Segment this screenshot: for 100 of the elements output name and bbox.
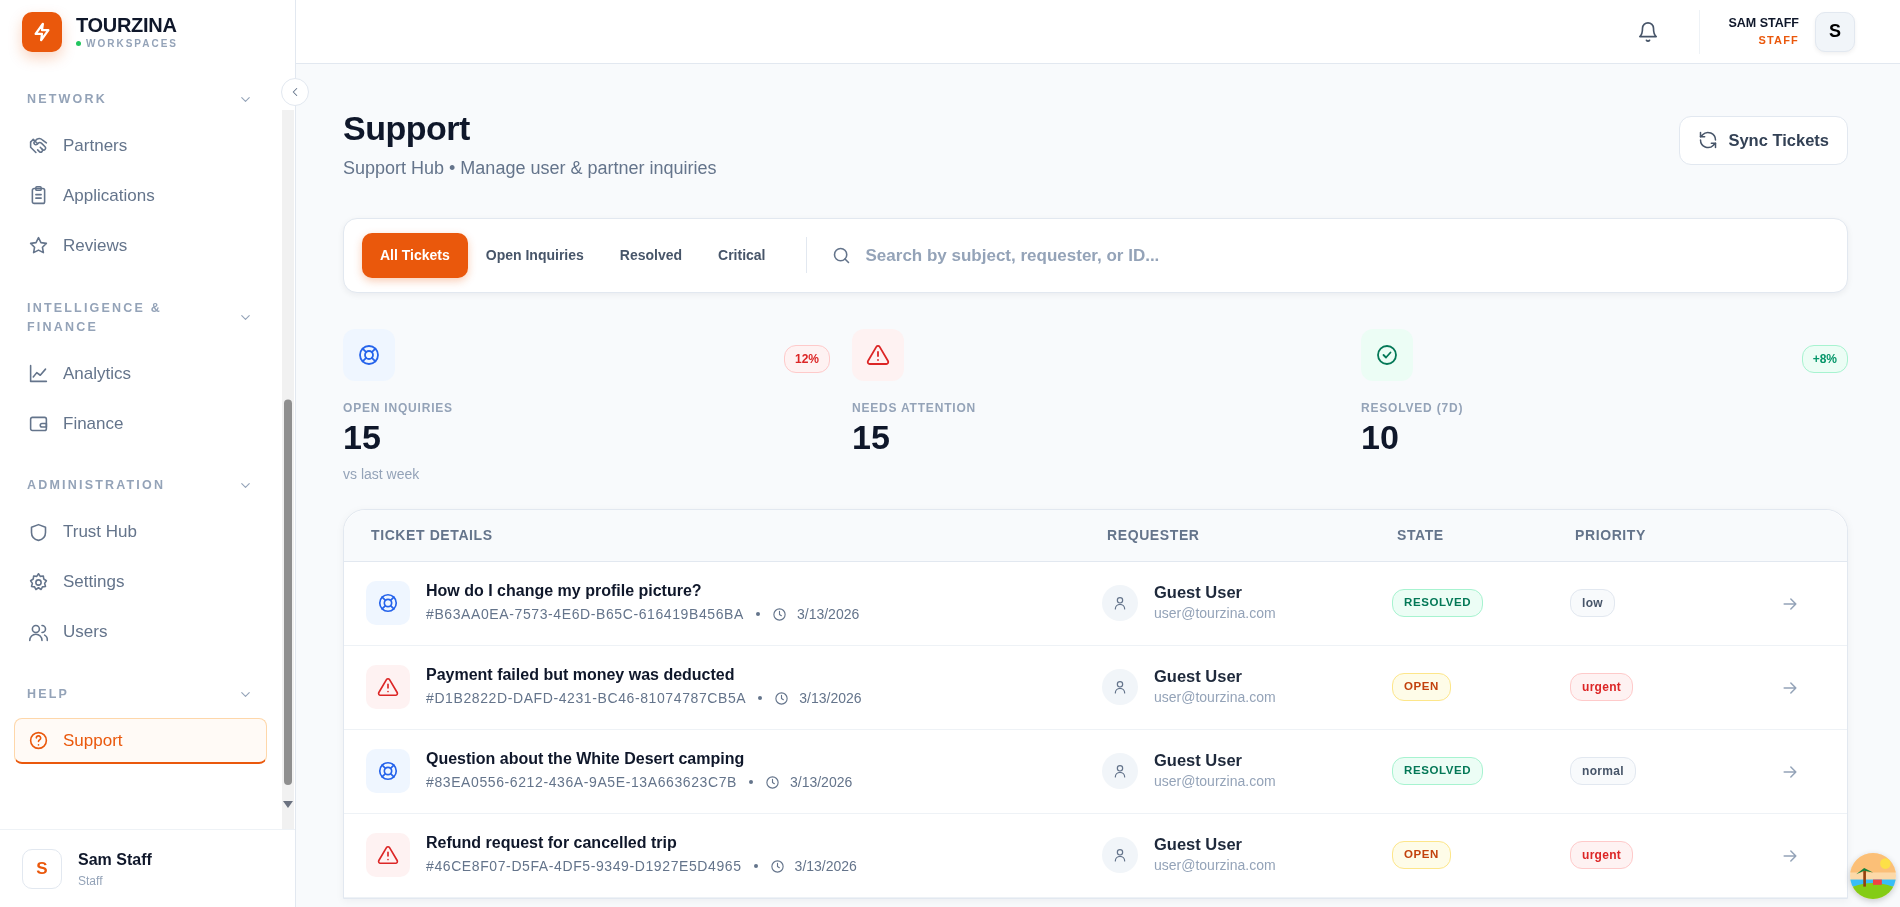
clock-icon — [765, 775, 780, 790]
nav-item[interactable]: Support — [14, 717, 267, 764]
filter-tab[interactable]: Resolved — [601, 232, 701, 278]
bell-icon — [1637, 21, 1660, 44]
section-title: NETWORK — [27, 91, 107, 108]
filter-tab[interactable]: Critical — [700, 232, 784, 278]
user-role: Staff — [78, 872, 104, 890]
requester-email: user@tourzina.com — [1154, 856, 1276, 876]
stat-value: 10 — [1361, 416, 1400, 458]
notifications-button[interactable] — [1637, 19, 1660, 44]
nav-item[interactable]: Analytics — [14, 350, 267, 397]
ticket-id: #D1B2822D-DAFD-4231-BC46-81074787CB5A — [426, 689, 747, 708]
sync-button[interactable]: Sync Tickets — [1679, 116, 1848, 165]
table-row[interactable]: Question about the White Desert camping #83EA0556-6212-436A-9A5E-13A663623C7B 3/13/2026 Guest User user@tourzina.com RESOLVED normal — [344, 729, 1847, 814]
nav-item[interactable]: Applications — [14, 172, 267, 219]
warning-icon — [377, 844, 399, 867]
state-badge: OPEN — [1392, 841, 1451, 869]
trend-badge: +8% — [1801, 344, 1848, 373]
user-icon — [1112, 595, 1128, 612]
column-header: TICKET DETAILS — [371, 525, 494, 545]
trend-badge: 12% — [783, 344, 830, 373]
table-row[interactable]: How do I change my profile picture? #B63AA0EA-7573-4E6D-B65C-616419B456BA 3/13/2026 Guest User user@tourzina.com RESOLVED low — [344, 561, 1847, 646]
filter-tab[interactable]: All Tickets — [362, 232, 468, 278]
section-title: HELP — [27, 686, 70, 703]
state-badge: OPEN — [1392, 673, 1451, 701]
requester-name: Guest User — [1154, 581, 1244, 603]
page-subtitle: Support Hub • Manage user & partner inquiries — [343, 156, 717, 180]
warning-icon — [866, 342, 890, 367]
user-icon — [1112, 763, 1128, 780]
user-icon — [1112, 847, 1128, 864]
column-header: PRIORITY — [1575, 525, 1647, 545]
user-name: SAM STAFF — [1728, 14, 1799, 32]
shield-icon — [28, 521, 49, 543]
separator-dot — [758, 696, 763, 701]
table-row[interactable]: Payment failed but money was deducted #D1B2822D-DAFD-4231-BC46-81074787CB5A 3/13/2026 Guest User user@tourzina.com OPEN urgent — [344, 645, 1847, 730]
section-title: ADMINISTRATION — [27, 477, 166, 495]
stat-note: vs last week — [343, 464, 421, 484]
ticket-id: #B63AA0EA-7573-4E6D-B65C-616419B456BA — [426, 605, 744, 624]
ticket-date: 3/13/2026 — [790, 773, 853, 792]
clock-icon — [774, 691, 790, 706]
user-name: Sam Staff — [78, 849, 152, 870]
nav-item[interactable]: Users — [14, 609, 267, 655]
ticket-date: 3/13/2026 — [799, 689, 862, 708]
separator-dot — [749, 780, 753, 785]
priority-badge: low — [1570, 589, 1615, 618]
stat-label: NEEDS ATTENTION — [852, 399, 977, 417]
stat-label: OPEN INQUIRIES — [343, 399, 454, 417]
clock-icon — [771, 607, 787, 622]
nav-item[interactable]: Partners — [14, 122, 267, 169]
ticket-subject: Payment failed but money was deducted — [426, 665, 736, 686]
ticket-date: 3/13/2026 — [794, 857, 857, 876]
priority-badge: urgent — [1570, 841, 1634, 870]
state-badge: RESOLVED — [1392, 589, 1484, 617]
stat-value: 15 — [852, 416, 891, 458]
clock-icon — [769, 859, 785, 874]
separator-dot — [755, 612, 760, 617]
requester-name: Guest User — [1154, 749, 1244, 771]
nav-item[interactable]: Trust Hub — [14, 509, 267, 555]
lifebuoy-icon — [357, 342, 381, 367]
check-circle-icon — [1375, 342, 1399, 367]
user-icon — [1112, 679, 1128, 696]
state-badge: RESOLVED — [1392, 757, 1484, 785]
user-avatar[interactable]: S — [1815, 11, 1855, 52]
line-chart-icon — [28, 362, 49, 384]
search-field[interactable]: Search by subject, requester, or ID... — [863, 241, 1829, 270]
ticket-subject: Question about the White Desert camping — [426, 749, 746, 770]
brand-name: TOURZINA — [76, 13, 178, 36]
ticket-date: 3/13/2026 — [796, 605, 860, 624]
requester-email: user@tourzina.com — [1154, 772, 1276, 792]
ticket-id: #46CE8F07-D5FA-4DF5-9349-D1927E5D4965 — [426, 857, 742, 876]
nav-item[interactable]: Settings — [14, 559, 267, 605]
help-icon — [28, 729, 49, 751]
refresh-icon — [1698, 130, 1719, 151]
nav-item[interactable]: Reviews — [14, 222, 267, 269]
logo-icon — [22, 12, 62, 52]
status-dot — [76, 40, 81, 46]
lifebuoy-icon — [377, 760, 399, 783]
stat-label: RESOLVED (7D) — [1361, 399, 1465, 417]
nav-item[interactable]: Finance — [14, 400, 267, 447]
priority-badge: normal — [1570, 757, 1636, 786]
ticket-subject: How do I change my profile picture? — [426, 581, 703, 602]
filter-tab[interactable]: Open Inquiries — [467, 232, 602, 278]
separator-dot — [753, 864, 758, 869]
priority-badge: urgent — [1570, 673, 1634, 702]
ticket-subject: Refund request for cancelled trip — [426, 833, 678, 854]
table-row[interactable]: Refund request for cancelled trip #46CE8F07-D5FA-4DF5-9349-D1927E5D4965 3/13/2026 Guest User user@tourzina.com OPEN urgent — [344, 813, 1847, 898]
ticket-id: #83EA0556-6212-436A-9A5E-13A663623C7B — [426, 773, 737, 792]
stat-value: 15 — [343, 416, 382, 458]
user-role: STAFF — [1757, 33, 1799, 48]
warning-icon — [377, 676, 399, 699]
settings-icon — [28, 571, 49, 593]
brand-subtitle: WORKSPACES — [86, 36, 179, 51]
requester-email: user@tourzina.com — [1154, 604, 1276, 624]
column-header: REQUESTER — [1107, 525, 1201, 545]
user-avatar: S — [22, 848, 62, 889]
page-title: Support — [343, 108, 471, 149]
requester-name: Guest User — [1154, 833, 1244, 855]
column-header: STATE — [1397, 525, 1445, 545]
lifebuoy-icon — [377, 592, 399, 615]
requester-name: Guest User — [1154, 665, 1244, 687]
